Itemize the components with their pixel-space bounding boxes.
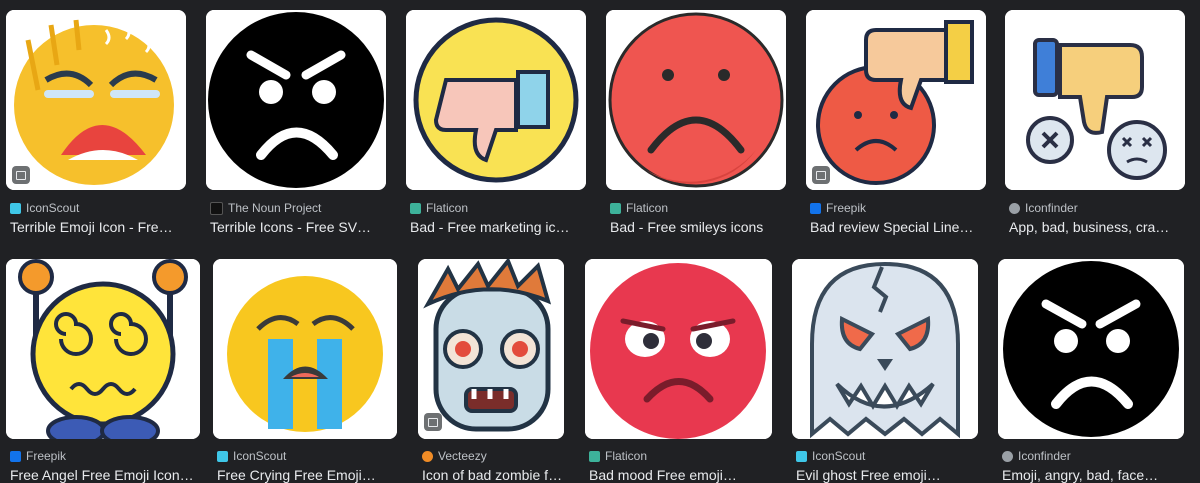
source-favicon-icon (1002, 450, 1013, 462)
result-title[interactable]: Terrible Emoji Icon - Fre… (10, 219, 186, 235)
result-title[interactable]: App, bad, business, cra… (1009, 219, 1185, 235)
source-name: Flaticon (626, 201, 669, 215)
dizzy-emoji-hands-up-icon (6, 259, 200, 439)
result-title[interactable]: Free Angel Free Emoji Icon… (10, 467, 200, 483)
result-title[interactable]: Bad mood Free emoji… (589, 467, 772, 483)
result-thumbnail[interactable] (6, 259, 200, 439)
result-source: IconScout (217, 449, 286, 463)
result-thumbnail[interactable] (418, 259, 564, 439)
result-title[interactable]: Free Crying Free Emoji… (217, 467, 397, 483)
result-source: Freepik (810, 201, 866, 215)
source-favicon-icon (610, 202, 621, 214)
bad-review-thumb-face-icon (806, 10, 986, 190)
result-title[interactable]: Emoji, angry, bad, face… (1002, 467, 1184, 483)
source-favicon-icon (422, 450, 433, 462)
result-thumbnail[interactable] (406, 10, 586, 190)
thumbs-down-dizzy-icon (1005, 10, 1185, 190)
result-source: IconScout (10, 201, 79, 215)
result-thumbnail[interactable] (806, 10, 986, 190)
tired-yellow-emoji-icon (6, 10, 186, 190)
result-title[interactable]: Bad review Special Line… (810, 219, 986, 235)
result-thumbnail[interactable] (213, 259, 397, 439)
source-favicon-icon (217, 450, 228, 462)
result-thumbnail[interactable] (206, 10, 386, 190)
angry-black-face-icon (998, 259, 1184, 439)
source-name: IconScout (812, 449, 866, 463)
source-favicon-icon (589, 450, 600, 462)
source-favicon-icon (1009, 202, 1020, 214)
image-badge-icon (424, 413, 442, 431)
result-thumbnail[interactable] (606, 10, 786, 190)
result-source: Flaticon (410, 201, 468, 215)
thumbs-down-badge-icon (406, 10, 586, 190)
source-name: Flaticon (605, 449, 648, 463)
result-source: Flaticon (589, 449, 647, 463)
image-badge-icon (812, 166, 830, 184)
source-favicon-icon (210, 201, 223, 215)
sad-red-face-icon (606, 10, 786, 190)
image-badge-icon (12, 166, 30, 184)
result-source: Flaticon (610, 201, 668, 215)
result-title[interactable]: Bad - Free smileys icons (610, 219, 786, 235)
result-thumbnail[interactable] (6, 10, 186, 190)
result-source: The Noun Project (210, 201, 321, 215)
result-thumbnail[interactable] (998, 259, 1184, 439)
source-name: The Noun Project (228, 201, 322, 215)
source-name: Flaticon (426, 201, 469, 215)
result-thumbnail[interactable] (1005, 10, 1185, 190)
frowning-red-face-icon (585, 259, 772, 439)
crying-emoji-icon (213, 259, 397, 439)
result-source: Vecteezy (422, 449, 487, 463)
source-name: IconScout (26, 201, 80, 215)
source-name: Iconfinder (1018, 449, 1071, 463)
source-name: Iconfinder (1025, 201, 1078, 215)
result-title[interactable]: Evil ghost Free emoji… (796, 467, 978, 483)
result-thumbnail[interactable] (585, 259, 772, 439)
result-title[interactable]: Icon of bad zombie face… (422, 467, 564, 483)
result-source: Iconfinder (1009, 201, 1078, 215)
zombie-face-icon (418, 259, 564, 439)
source-favicon-icon (810, 202, 821, 214)
source-favicon-icon (796, 450, 807, 462)
source-name: Freepik (826, 201, 867, 215)
result-source: Iconfinder (1002, 449, 1071, 463)
angry-black-face-icon (206, 10, 386, 190)
evil-ghost-icon (792, 259, 978, 439)
result-source: Freepik (10, 449, 66, 463)
source-favicon-icon (410, 202, 421, 214)
result-thumbnail[interactable] (792, 259, 978, 439)
source-name: IconScout (233, 449, 287, 463)
source-name: Freepik (26, 449, 67, 463)
source-name: Vecteezy (438, 449, 487, 463)
result-source: IconScout (796, 449, 865, 463)
source-favicon-icon (10, 450, 21, 462)
result-title[interactable]: Bad - Free marketing ic… (410, 219, 586, 235)
result-title[interactable]: Terrible Icons - Free SV… (210, 219, 386, 235)
source-favicon-icon (10, 202, 21, 214)
